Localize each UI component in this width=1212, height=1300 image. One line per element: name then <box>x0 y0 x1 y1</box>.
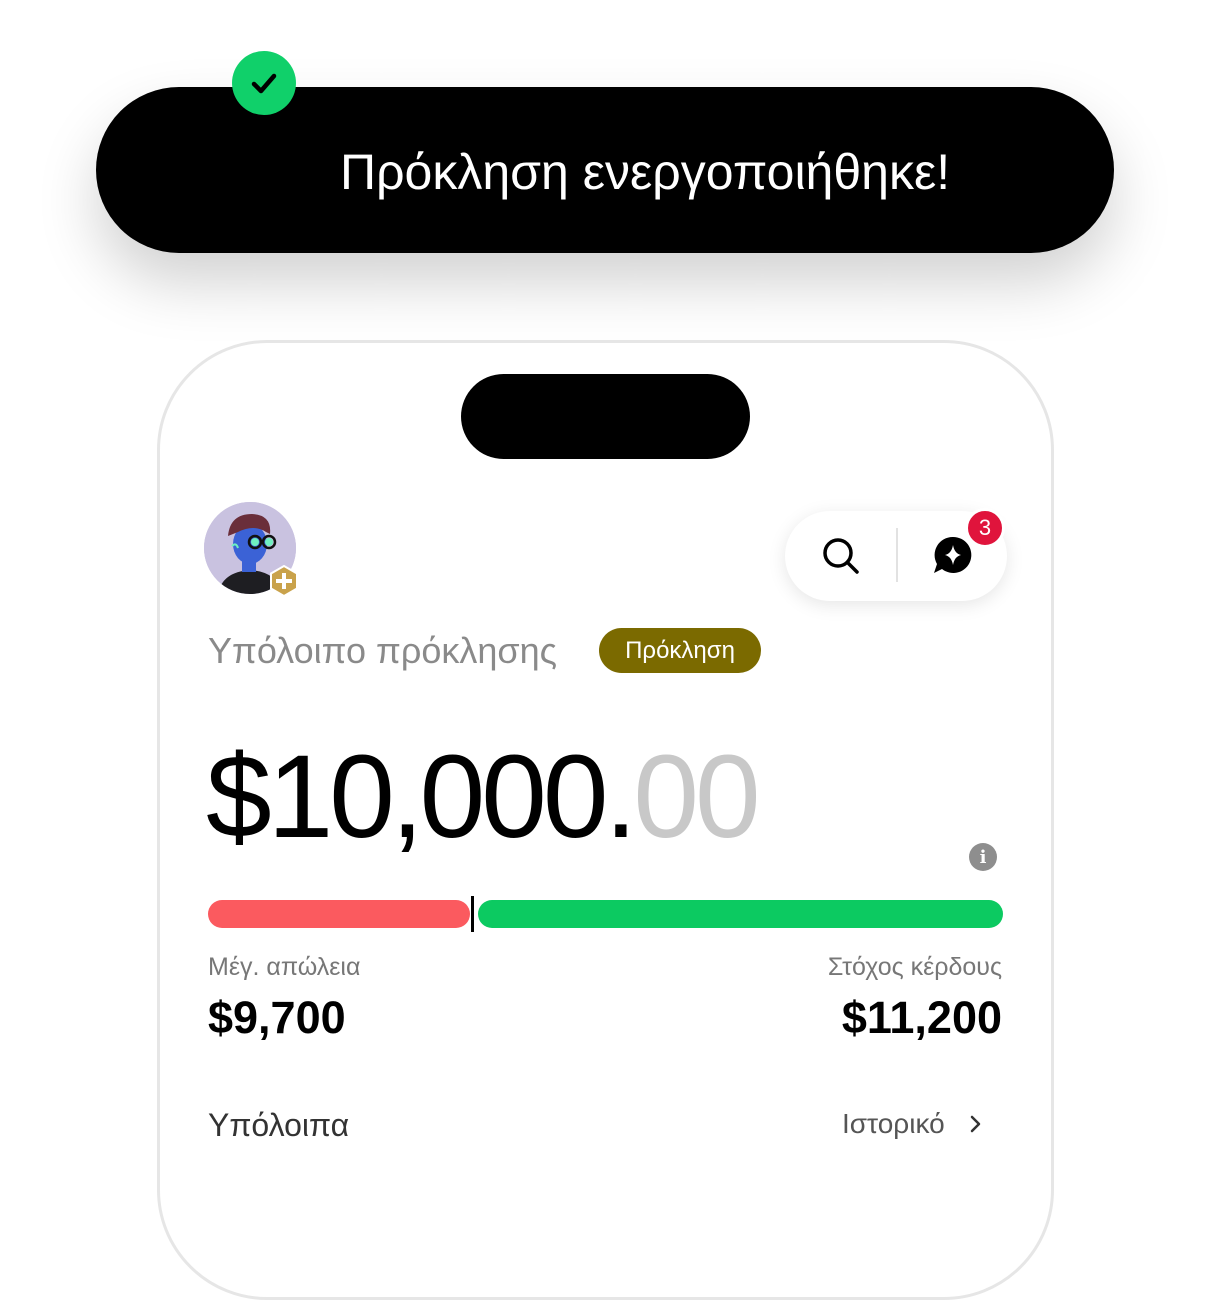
history-link[interactable]: Ιστορικό <box>842 1108 985 1140</box>
balances-title: Υπόλοιπα <box>208 1107 350 1143</box>
profit-target-label: Στόχος κέρδους <box>827 953 1002 981</box>
check-circle-icon <box>232 51 296 115</box>
divider <box>896 528 898 582</box>
max-loss-label: Μέγ. απώλεια <box>208 953 361 981</box>
dynamic-island <box>461 374 750 459</box>
balance-cents: 00 <box>633 731 760 863</box>
info-icon[interactable]: i <box>969 843 997 871</box>
challenge-tag: Πρόκληση <box>599 628 761 673</box>
plus-badge-icon <box>268 564 300 598</box>
notification-badge: 3 <box>965 508 1005 548</box>
challenge-balance-label: Υπόλοιπο πρόκλησης <box>208 630 557 671</box>
max-loss-value: $9,700 <box>208 992 346 1043</box>
balance-amount: $10,000.00 <box>206 738 761 856</box>
loss-bar <box>208 900 470 928</box>
history-link-label: Ιστορικό <box>842 1108 945 1139</box>
chevron-right-icon <box>970 1115 980 1133</box>
profit-target-value: $11,200 <box>841 992 1002 1043</box>
search-icon[interactable] <box>820 535 862 577</box>
balance-main: $10,000. <box>206 731 637 863</box>
toast-message: Πρόκληση ενεργοποιήθηκε! <box>340 144 951 200</box>
current-balance-marker <box>471 896 474 932</box>
gain-bar <box>478 900 1003 928</box>
